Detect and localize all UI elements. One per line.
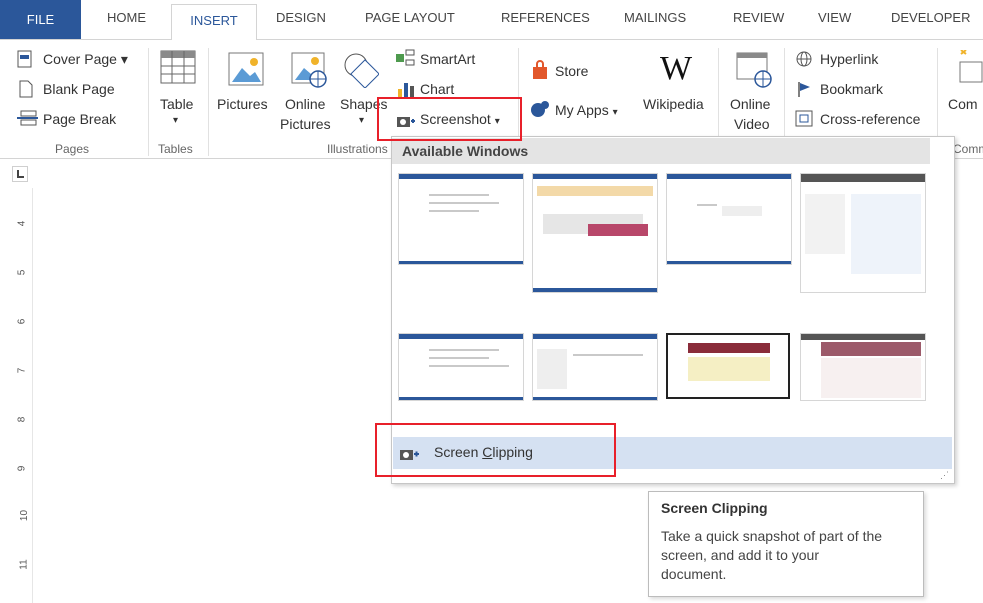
online-pictures-icon [291,52,327,88]
cover-page-label: Cover Page [43,51,117,67]
chart-button[interactable]: Chart [420,81,454,97]
ruler-number: 9 [16,465,28,472]
table-button[interactable]: Table [160,96,193,112]
smartart-button[interactable]: SmartArt [420,51,475,67]
blank-page-button[interactable]: Blank Page [43,81,115,97]
tab-page-layout[interactable]: PAGE LAYOUT [365,10,455,25]
page-break-button[interactable]: Page Break [43,111,116,127]
blank-page-icon [19,80,33,98]
ruler-number: 11 [18,559,30,570]
tooltip-description-line: screen, and add it to your [661,547,819,563]
wikipedia-icon: W [660,50,693,87]
tab-file[interactable]: FILE [0,0,81,39]
cover-page-icon [17,50,32,68]
online-video-label-1[interactable]: Online [730,96,770,112]
shapes-dropdown-arrow[interactable]: ▾ [359,115,364,126]
group-label-pages: Pages [55,142,90,156]
hyperlink-icon [796,51,812,67]
window-thumbnail-selected[interactable] [666,333,790,399]
comment-icon [959,50,983,83]
window-thumbnail[interactable] [398,333,524,401]
bookmark-icon [798,82,810,97]
group-separator [148,48,149,156]
cross-reference-button[interactable]: Cross-reference [820,111,920,127]
ruler-number: 10 [19,509,31,522]
store-button[interactable]: Store [555,63,588,79]
window-thumbnail[interactable] [800,333,926,401]
window-thumbnail[interactable] [800,173,926,293]
ruler-number: 6 [16,318,28,325]
tab-home[interactable]: HOME [107,10,146,25]
hyperlink-button[interactable]: Hyperlink [820,51,878,67]
window-thumbnail[interactable] [532,173,658,293]
tab-selector[interactable] [12,166,28,182]
smartart-icon [396,49,415,66]
table-icon [160,50,196,84]
tab-review[interactable]: REVIEW [733,10,784,25]
shapes-icon [344,53,379,88]
online-pictures-label-1[interactable]: Online [285,96,325,112]
ruler-number: 7 [16,367,28,374]
tab-view[interactable]: VIEW [818,10,851,25]
group-separator [208,48,209,156]
my-apps-label: My Apps [555,102,609,118]
tooltip-description-line: document. [661,566,727,582]
cross-reference-icon [795,110,813,127]
window-thumbnail[interactable] [532,333,658,401]
tab-developer[interactable]: DEVELOPER [891,10,970,25]
group-label-tables: Tables [158,142,193,156]
page-break-icon [17,110,38,126]
tooltip-title: Screen Clipping [661,500,768,516]
available-windows-header: Available Windows [392,138,930,164]
online-pictures-label-2[interactable]: Pictures [280,116,331,132]
chart-icon [398,83,414,97]
table-dropdown-arrow[interactable]: ▾ [173,115,178,126]
my-apps-icon [531,101,549,117]
ruler-number: 4 [16,220,28,227]
pictures-icon [228,52,264,86]
tab-references[interactable]: REFERENCES [501,10,590,25]
group-label-comments: Comm [953,142,983,156]
my-apps-button[interactable]: My Apps ▾ [555,102,618,118]
online-video-icon [736,52,772,88]
tooltip-description-line: Take a quick snapshot of part of the [661,528,883,544]
bookmark-button[interactable]: Bookmark [820,81,883,97]
window-thumbnail[interactable] [398,173,524,265]
tab-mailings[interactable]: MAILINGS [624,10,686,25]
store-icon [533,60,547,79]
wikipedia-button[interactable]: Wikipedia [643,96,704,112]
annotation-highlight-screenshot [377,97,522,141]
tab-design[interactable]: DESIGN [276,10,326,25]
comment-button[interactable]: Com [948,96,978,112]
pictures-button[interactable]: Pictures [217,96,268,112]
ruler-number: 5 [16,269,28,276]
group-label-illustrations: Illustrations [327,142,388,156]
cover-page-button[interactable]: Cover Page ▾ [43,51,128,68]
online-video-label-2[interactable]: Video [734,116,770,132]
tab-insert[interactable]: INSERT [171,4,257,42]
annotation-highlight-screen-clipping [375,423,616,477]
ruler-number: 8 [16,416,28,423]
vertical-ruler[interactable] [14,188,33,603]
resize-grip-icon[interactable]: ⋰ [940,470,949,481]
window-thumbnail[interactable] [666,173,792,265]
